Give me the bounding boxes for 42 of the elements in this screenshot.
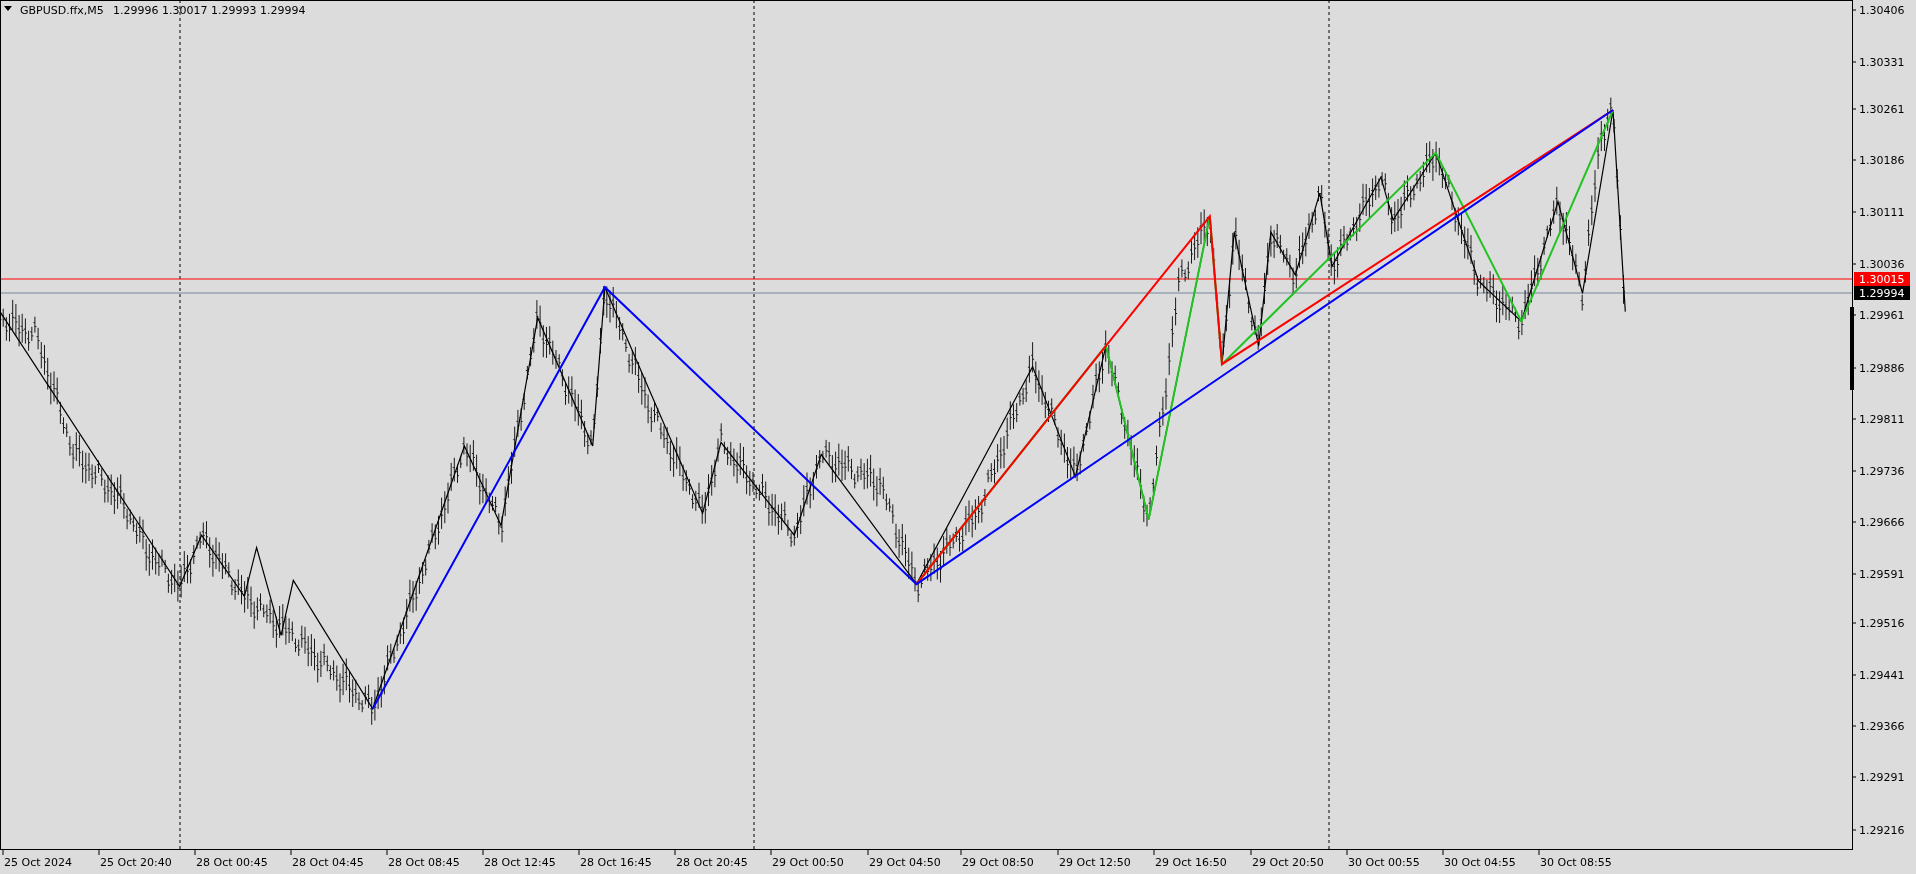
price-label: 1.30406 (1859, 4, 1905, 17)
time-label: 29 Oct 12:50 (1059, 856, 1131, 869)
price-label: 1.29666 (1859, 516, 1905, 529)
time-label: 29 Oct 08:50 (962, 856, 1034, 869)
time-label: 29 Oct 16:50 (1155, 856, 1227, 869)
price-label: 1.29216 (1859, 824, 1905, 837)
price-label: 1.29291 (1859, 771, 1905, 784)
time-label: 30 Oct 08:55 (1540, 856, 1612, 869)
time-label: 29 Oct 20:50 (1252, 856, 1324, 869)
price-label: 1.29886 (1859, 362, 1905, 375)
time-label: 25 Oct 2024 (4, 856, 72, 869)
quote-value: 1.30017 (162, 4, 208, 17)
quote-value: 1.29993 (211, 4, 257, 17)
time-label: 28 Oct 00:45 (196, 856, 268, 869)
quote-value: 1.29996 (113, 4, 159, 17)
price-label: 1.29961 (1859, 309, 1905, 322)
time-label: 28 Oct 16:45 (580, 856, 652, 869)
price-label: 1.29811 (1859, 413, 1905, 426)
price-tag: 1.29994 (1854, 286, 1910, 300)
price-label: 1.29591 (1859, 568, 1905, 581)
price-label: 1.29736 (1859, 465, 1905, 478)
time-label: 29 Oct 00:50 (772, 856, 844, 869)
price-label: 1.30331 (1859, 56, 1905, 69)
price-label: 1.29366 (1859, 720, 1905, 733)
dropdown-triangle-icon[interactable] (4, 6, 12, 11)
price-tag: 1.30015 (1854, 272, 1910, 286)
symbol-label: GBPUSD.ffx,M5 (20, 4, 104, 17)
time-label: 25 Oct 20:40 (100, 856, 172, 869)
price-label: 1.30261 (1859, 103, 1905, 116)
time-label: 28 Oct 04:45 (292, 856, 364, 869)
price-label: 1.29516 (1859, 617, 1905, 630)
price-label: 1.30111 (1859, 206, 1905, 219)
time-label: 28 Oct 20:45 (676, 856, 748, 869)
price-label: 1.30036 (1859, 258, 1905, 271)
time-label: 30 Oct 04:55 (1444, 856, 1516, 869)
time-label: 30 Oct 00:55 (1348, 856, 1420, 869)
price-label: 1.30186 (1859, 154, 1905, 167)
quote-value: 1.29994 (260, 4, 306, 17)
price-label: 1.29441 (1859, 669, 1905, 682)
time-label: 28 Oct 12:45 (484, 856, 556, 869)
time-label: 29 Oct 04:50 (869, 856, 941, 869)
time-label: 28 Oct 08:45 (388, 856, 460, 869)
